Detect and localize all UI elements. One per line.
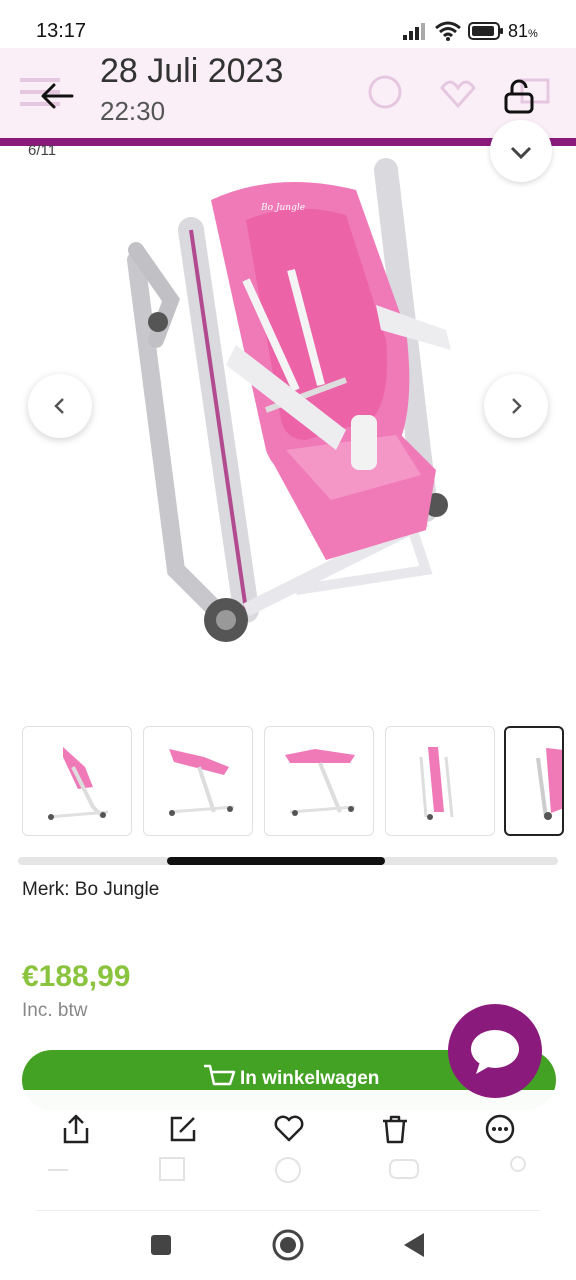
back-triangle-icon[interactable] bbox=[402, 1232, 426, 1258]
back-arrow-icon[interactable] bbox=[36, 76, 80, 116]
svg-text:Bo Jungle: Bo Jungle bbox=[260, 203, 305, 213]
status-bar: 13:17 81% bbox=[0, 0, 576, 48]
next-image-button[interactable] bbox=[484, 374, 548, 438]
chevron-down-icon bbox=[510, 146, 532, 160]
wifi-icon bbox=[435, 21, 461, 41]
chair-thumbnail-image bbox=[47, 747, 109, 820]
recent-apps-icon[interactable] bbox=[150, 1234, 172, 1256]
chevron-left-icon bbox=[54, 398, 64, 414]
vat-note: Inc. btw bbox=[22, 1000, 88, 1021]
chair-thumbnail-image bbox=[168, 749, 235, 816]
chair-thumbnail-image bbox=[419, 747, 454, 820]
edit-icon[interactable] bbox=[166, 1112, 200, 1146]
image-counter: 6/11 bbox=[28, 142, 57, 159]
chair-thumbnail-image bbox=[536, 748, 562, 820]
signal-icon bbox=[403, 23, 425, 40]
battery-percent: 81% bbox=[508, 21, 538, 41]
screenshot-action-toolbar bbox=[0, 1090, 576, 1220]
thumbnail-5[interactable] bbox=[504, 726, 564, 836]
chevron-right-icon bbox=[512, 398, 522, 414]
chat-button[interactable] bbox=[448, 1004, 542, 1098]
system-navigation-bar bbox=[0, 1220, 576, 1280]
toolbar-divider bbox=[36, 1210, 540, 1211]
chat-bubble-icon bbox=[471, 1030, 519, 1074]
heart-icon[interactable] bbox=[272, 1112, 306, 1146]
unlock-icon[interactable] bbox=[500, 76, 540, 116]
thumbnail-3[interactable] bbox=[264, 726, 374, 836]
more-icon[interactable] bbox=[483, 1112, 517, 1146]
status-time: 13:17 bbox=[36, 20, 87, 42]
chair-thumbnail-image bbox=[285, 749, 356, 816]
thumbnail-scrollbar-thumb[interactable] bbox=[167, 857, 385, 865]
share-icon[interactable] bbox=[59, 1112, 93, 1146]
header-time: 22:30 bbox=[100, 96, 166, 126]
trash-icon[interactable] bbox=[378, 1112, 412, 1146]
product-image: Bo Jungle bbox=[127, 158, 451, 642]
header-date: 28 Juli 2023 bbox=[100, 52, 284, 90]
thumbnail-2[interactable] bbox=[143, 726, 253, 836]
thumbnail-1[interactable] bbox=[22, 726, 132, 836]
site-bottom-nav-background bbox=[48, 1156, 526, 1183]
brand-label: Merk: Bo Jungle bbox=[22, 879, 160, 900]
home-icon[interactable] bbox=[272, 1229, 304, 1261]
prev-image-button[interactable] bbox=[28, 374, 92, 438]
add-to-cart-label: In winkelwagen bbox=[240, 1068, 380, 1089]
product-price: €188,99 bbox=[22, 960, 131, 993]
battery-icon bbox=[468, 22, 503, 40]
thumbnail-4[interactable] bbox=[385, 726, 495, 836]
wishlist-button[interactable] bbox=[490, 120, 552, 182]
